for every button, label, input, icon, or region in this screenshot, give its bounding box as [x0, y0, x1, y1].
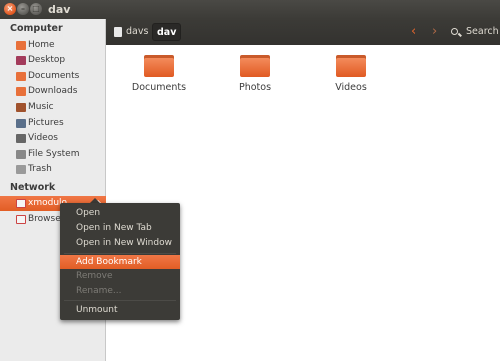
downloads-icon: [16, 87, 26, 96]
folder-photos[interactable]: Photos: [219, 55, 291, 93]
sidebar-section-computer: Computer: [10, 23, 63, 34]
back-arrow-icon[interactable]: ‹: [411, 23, 416, 41]
minimize-window-icon[interactable]: –: [17, 3, 29, 15]
context-menu: Open Open in New Tab Open in New Window …: [60, 203, 180, 320]
menu-item-open-new-window[interactable]: Open in New Window: [60, 236, 180, 250]
filesystem-icon: [16, 150, 26, 159]
menu-separator: [64, 300, 176, 301]
documents-icon: [16, 72, 26, 81]
sidebar-item-label: Desktop: [28, 55, 66, 65]
browse-network-icon: [16, 215, 26, 224]
folder-documents[interactable]: Documents: [123, 55, 195, 93]
folder-label: Videos: [335, 82, 367, 93]
sidebar-item-trash[interactable]: Trash: [0, 162, 106, 177]
forward-arrow-icon[interactable]: ›: [432, 23, 437, 41]
sidebar-item-music[interactable]: Music: [0, 100, 106, 115]
sidebar-item-downloads[interactable]: Downloads: [0, 84, 106, 99]
search-label: Search: [466, 26, 499, 37]
maximize-window-icon[interactable]: □: [30, 3, 42, 15]
sidebar-item-label: Pictures: [28, 118, 64, 128]
folder-label: Photos: [238, 82, 272, 93]
toolbar: davs dav ‹ › Search: [106, 19, 500, 45]
folder-icon: [240, 55, 270, 77]
sidebar-section-network: Network: [10, 182, 56, 193]
sidebar-item-label: Browse: [28, 214, 61, 224]
folder-icon: [336, 55, 366, 77]
breadcrumb-label: davs: [126, 26, 149, 37]
sidebar-item-label: Downloads: [28, 86, 78, 96]
menu-item-remove: Remove: [76, 271, 113, 281]
document-icon: [114, 27, 122, 37]
pictures-icon: [16, 119, 26, 128]
home-icon: [16, 41, 26, 50]
title-bar: × – □ dav: [0, 0, 500, 19]
menu-separator: [64, 253, 176, 254]
close-window-icon[interactable]: ×: [4, 3, 16, 15]
sidebar-item-label: Documents: [28, 71, 80, 81]
sidebar-item-label: Music: [28, 102, 54, 112]
breadcrumb-dav[interactable]: dav: [152, 23, 182, 41]
folder-icon: [144, 55, 174, 77]
window-title: dav: [48, 3, 71, 16]
videos-icon: [16, 134, 26, 143]
search-icon: [451, 28, 458, 35]
folder-videos[interactable]: Videos: [315, 55, 387, 93]
sidebar-item-label: Trash: [28, 164, 52, 174]
folder-label: Documents: [131, 82, 187, 93]
network-share-icon: [16, 199, 26, 208]
sidebar-item-pictures[interactable]: Pictures: [0, 116, 106, 131]
breadcrumb-label: dav: [157, 27, 177, 38]
trash-icon: [16, 165, 26, 174]
sidebar-item-desktop[interactable]: Desktop: [0, 53, 106, 68]
sidebar-item-label: Videos: [28, 133, 58, 143]
sidebar-item-label: File System: [28, 149, 80, 159]
menu-item-open-new-tab[interactable]: Open in New Tab: [60, 221, 180, 235]
sidebar-item-label: Home: [28, 40, 55, 50]
menu-item-open[interactable]: Open: [60, 206, 180, 220]
sidebar-item-documents[interactable]: Documents: [0, 69, 106, 84]
menu-item-rename: Rename...: [76, 286, 122, 296]
sidebar-item-videos[interactable]: Videos: [0, 131, 106, 146]
menu-item-unmount[interactable]: Unmount: [60, 303, 180, 317]
menu-item-add-bookmark[interactable]: Add Bookmark: [60, 255, 180, 269]
breadcrumb-davs[interactable]: davs: [110, 23, 152, 41]
sidebar-item-home[interactable]: Home: [0, 38, 106, 53]
desktop-icon: [16, 56, 26, 65]
sidebar-item-file-system[interactable]: File System: [0, 147, 106, 162]
music-icon: [16, 103, 26, 112]
